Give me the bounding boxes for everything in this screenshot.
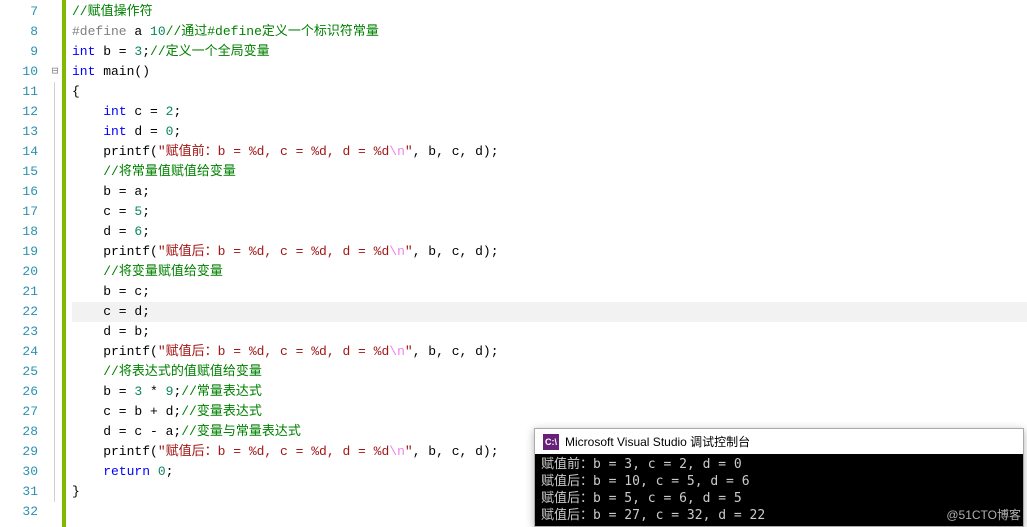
code-line[interactable]: //将变量赋值给变量 (72, 262, 1027, 282)
line-number: 28 (0, 422, 38, 442)
fold-toggle-icon[interactable]: ⊟ (48, 62, 62, 82)
line-number: 25 (0, 362, 38, 382)
code-line[interactable]: d = b; (72, 322, 1027, 342)
code-line[interactable]: //将表达式的值赋值给变量 (72, 362, 1027, 382)
code-line[interactable]: d = 6; (72, 222, 1027, 242)
line-number: 13 (0, 122, 38, 142)
code-line[interactable]: b = a; (72, 182, 1027, 202)
line-number: 7 (0, 2, 38, 22)
code-line[interactable]: c = b + d;//变量表达式 (72, 402, 1027, 422)
code-line[interactable]: c = d; (72, 302, 1027, 322)
code-line[interactable]: int d = 0; (72, 122, 1027, 142)
line-number: 10 (0, 62, 38, 82)
code-line[interactable]: //赋值操作符 (72, 2, 1027, 22)
code-line[interactable]: //将常量值赋值给变量 (72, 162, 1027, 182)
line-number: 18 (0, 222, 38, 242)
code-line[interactable]: { (72, 82, 1027, 102)
line-number: 23 (0, 322, 38, 342)
line-number: 17 (0, 202, 38, 222)
line-number: 12 (0, 102, 38, 122)
code-line[interactable]: int c = 2; (72, 102, 1027, 122)
line-number: 8 (0, 22, 38, 42)
line-number: 9 (0, 42, 38, 62)
code-line[interactable]: #define a 10//通过#define定义一个标识符常量 (72, 22, 1027, 42)
code-line[interactable]: c = 5; (72, 202, 1027, 222)
line-number: 24 (0, 342, 38, 362)
fold-column[interactable]: ⊟ (48, 0, 62, 527)
console-titlebar[interactable]: C:\ Microsoft Visual Studio 调试控制台 (535, 429, 1023, 454)
line-number: 31 (0, 482, 38, 502)
console-app-icon: C:\ (543, 434, 559, 450)
line-number: 20 (0, 262, 38, 282)
code-line[interactable]: b = c; (72, 282, 1027, 302)
line-number: 26 (0, 382, 38, 402)
line-number: 16 (0, 182, 38, 202)
code-line[interactable]: int main() (72, 62, 1027, 82)
line-number: 14 (0, 142, 38, 162)
line-number: 27 (0, 402, 38, 422)
code-line[interactable]: b = 3 * 9;//常量表达式 (72, 382, 1027, 402)
line-number: 22 (0, 302, 38, 322)
code-line[interactable]: int b = 3;//定义一个全局变量 (72, 42, 1027, 62)
line-number: 32 (0, 502, 38, 522)
console-title: Microsoft Visual Studio 调试控制台 (565, 433, 750, 450)
code-line[interactable]: printf("赋值后：b = %d, c = %d, d = %d\n", b… (72, 342, 1027, 362)
line-number: 11 (0, 82, 38, 102)
line-number: 30 (0, 462, 38, 482)
code-line[interactable]: printf("赋值后：b = %d, c = %d, d = %d\n", b… (72, 242, 1027, 262)
line-number: 21 (0, 282, 38, 302)
line-number: 19 (0, 242, 38, 262)
line-number: 15 (0, 162, 38, 182)
line-number: 29 (0, 442, 38, 462)
watermark: @51CTO博客 (946, 506, 1021, 523)
code-line[interactable]: printf("赋值前：b = %d, c = %d, d = %d\n", b… (72, 142, 1027, 162)
line-number-gutter: 7891011121314151617181920212223242526272… (0, 0, 48, 527)
